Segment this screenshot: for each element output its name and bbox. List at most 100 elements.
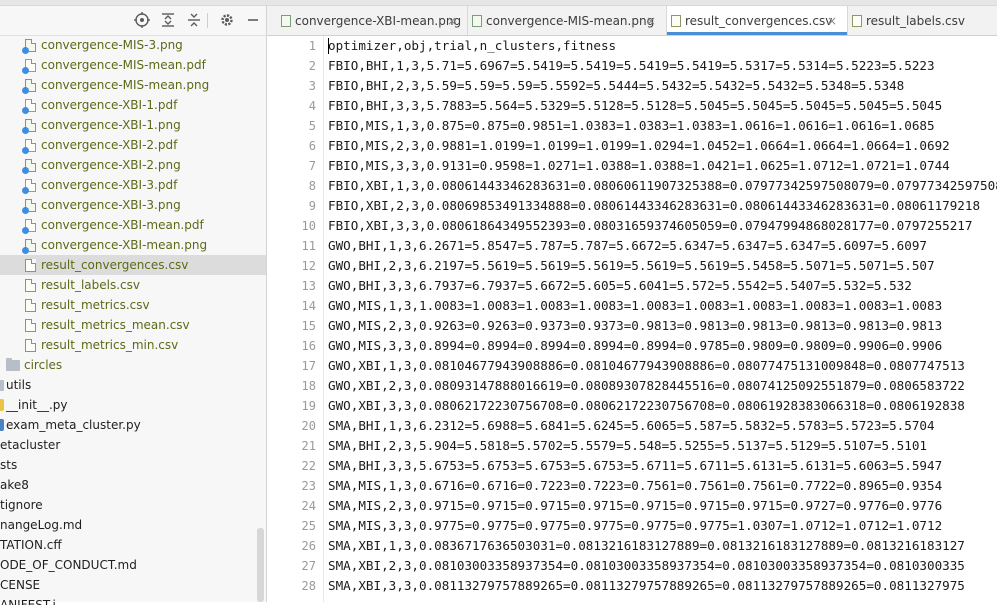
tree-item[interactable]: convergence-MIS-mean.png	[0, 75, 266, 95]
csv-data-line[interactable]: SMA,BHI,2,3,5.904=5.5818=5.5702=5.5579=5…	[328, 436, 997, 456]
tree-item[interactable]: result_metrics_mean.csv	[0, 315, 266, 335]
tree-item[interactable]: ODE_OF_CONDUCT.md	[0, 555, 266, 575]
pdf-file-icon	[22, 139, 36, 154]
expand-all-icon[interactable]	[160, 12, 176, 28]
csv-header-line[interactable]: optimizer,obj,trial,n_clusters,fitness	[328, 36, 997, 56]
collapse-all-icon[interactable]	[186, 12, 202, 28]
tree-item[interactable]: convergence-XBI-3.png	[0, 195, 266, 215]
csv-data-line[interactable]: FBIO,XBI,2,3,0.08069853491334888=0.08061…	[328, 196, 997, 216]
tree-item-label: convergence-XBI-1.pdf	[41, 98, 178, 112]
csv-data-line[interactable]: SMA,MIS,2,3,0.9715=0.9715=0.9715=0.9715=…	[328, 496, 997, 516]
tree-item[interactable]: convergence-XBI-1.png	[0, 115, 266, 135]
tree-item[interactable]: circles	[0, 355, 266, 375]
csv-data-line[interactable]: FBIO,MIS,2,3,0.9881=1.0199=1.0199=1.0199…	[328, 136, 997, 156]
tree-item[interactable]: result_labels.csv	[0, 275, 266, 295]
csv-data-line[interactable]: FBIO,BHI,3,3,5.7883=5.564=5.5329=5.5128=…	[328, 96, 997, 116]
csv-data-line[interactable]: GWO,XBI,3,3,0.08062172230756708=0.080621…	[328, 396, 997, 416]
unversioned-badge-icon	[22, 47, 29, 54]
tab-label: convergence-XBI-mean.png	[295, 14, 462, 28]
tree-item[interactable]: __init__.py	[0, 395, 266, 415]
csv-data-line[interactable]: SMA,XBI,1,3,0.0836717636503031=0.0813216…	[328, 536, 997, 556]
tree-item[interactable]: convergence-XBI-1.pdf	[0, 95, 266, 115]
tree-item[interactable]: exam_meta_cluster.py	[0, 415, 266, 435]
gear-icon[interactable]	[219, 12, 235, 28]
tree-item[interactable]: CENSE	[0, 575, 266, 595]
csv-data-line[interactable]: FBIO,XBI,3,3,0.08061864349552393=0.08031…	[328, 216, 997, 236]
tree-item[interactable]: convergence-XBI-mean.png	[0, 235, 266, 255]
close-tab-icon[interactable]: ×	[827, 6, 837, 35]
line-number: 26	[301, 539, 316, 553]
line-number: 8	[308, 179, 316, 193]
line-number: 18	[301, 379, 316, 393]
csv-data-line[interactable]: GWO,MIS,3,3,0.8994=0.8994=0.8994=0.8994=…	[328, 336, 997, 356]
tree-item-label: sts	[0, 458, 18, 472]
tree-item[interactable]: convergence-XBI-2.pdf	[0, 135, 266, 155]
csv-data-line[interactable]: GWO,BHI,2,3,6.2197=5.5619=5.5619=5.5619=…	[328, 256, 997, 276]
line-number: 20	[301, 419, 316, 433]
tree-item[interactable]: ake8	[0, 475, 266, 495]
tree-item-label: result_metrics.csv	[41, 298, 150, 312]
csv-data-line[interactable]: SMA,BHI,1,3,6.2312=5.6988=5.6841=5.6245=…	[328, 416, 997, 436]
editor-tab[interactable]: convergence-XBI-mean.png ×	[277, 6, 467, 35]
close-tab-icon[interactable]: ×	[447, 6, 457, 35]
tree-item[interactable]: utils	[0, 375, 266, 395]
csv-file-icon	[671, 15, 681, 27]
project-scrollbar[interactable]	[257, 528, 264, 602]
editor-tab[interactable]: convergence-MIS-mean.png ×	[468, 6, 666, 35]
tree-item[interactable]: ANIFEST.i	[0, 595, 266, 605]
tree-item-label: convergence-MIS-mean.pdf	[41, 58, 206, 72]
tree-item[interactable]: result_convergences.csv	[0, 255, 266, 275]
tree-item[interactable]: result_metrics.csv	[0, 295, 266, 315]
csv-data-line[interactable]: GWO,XBI,1,3,0.08104677943908886=0.081046…	[328, 356, 997, 376]
editor-tab[interactable]: result_convergences.csv ×	[667, 6, 847, 35]
csv-data-line[interactable]: GWO,XBI,2,3,0.08093147888016619=0.080893…	[328, 376, 997, 396]
unversioned-badge-icon	[22, 87, 29, 94]
csv-data-line[interactable]: FBIO,BHI,2,3,5.59=5.59=5.59=5.5592=5.544…	[328, 76, 997, 96]
csv-data-line[interactable]: GWO,MIS,1,3,1.0083=1.0083=1.0083=1.0083=…	[328, 296, 997, 316]
tree-item[interactable]: convergence-XBI-mean.pdf	[0, 215, 266, 235]
toolbar-separator	[207, 13, 208, 28]
line-number: 19	[301, 399, 316, 413]
tree-item[interactable]: tignore	[0, 495, 266, 515]
line-number: 16	[301, 339, 316, 353]
tree-item-label: convergence-MIS-3.png	[41, 38, 183, 52]
csv-data-line[interactable]: FBIO,MIS,3,3,0.9131=0.9598=1.0271=1.0388…	[328, 156, 997, 176]
tree-item[interactable]: result_metrics_min.csv	[0, 335, 266, 355]
tree-item-label: result_metrics_mean.csv	[41, 318, 190, 332]
tree-item-label: convergence-XBI-1.png	[41, 118, 181, 132]
line-number: 25	[301, 519, 316, 533]
unversioned-badge-icon	[22, 227, 29, 234]
tab-label: result_convergences.csv	[685, 14, 833, 28]
csv-data-line[interactable]: SMA,XBI,2,3,0.08103003358937354=0.081030…	[328, 556, 997, 576]
csv-data-line[interactable]: GWO,BHI,3,3,6.7937=6.7937=5.6672=5.605=5…	[328, 276, 997, 296]
tree-item[interactable]: sts	[0, 455, 266, 475]
line-number: 27	[301, 559, 316, 573]
tree-item[interactable]: convergence-XBI-2.png	[0, 155, 266, 175]
editor-tab[interactable]: result_labels.csv	[848, 6, 997, 35]
line-number: 11	[301, 239, 316, 253]
csv-data-line[interactable]: GWO,MIS,2,3,0.9263=0.9263=0.9373=0.9373=…	[328, 316, 997, 336]
line-number: 24	[301, 499, 316, 513]
tree-item[interactable]: etacluster	[0, 435, 266, 455]
tree-item[interactable]: TATION.cff	[0, 535, 266, 555]
csv-data-line[interactable]: FBIO,XBI,1,3,0.08061443346283631=0.08060…	[328, 176, 997, 196]
hide-panel-icon[interactable]	[245, 12, 261, 28]
unversioned-badge-icon	[22, 167, 29, 174]
csv-data-line[interactable]: SMA,MIS,3,3,0.9775=0.9775=0.9775=0.9775=…	[328, 516, 997, 536]
tree-item[interactable]: convergence-MIS-3.png	[0, 35, 266, 55]
text-caret	[328, 38, 329, 54]
tree-item[interactable]: nangeLog.md	[0, 515, 266, 535]
pdf-file-icon	[22, 179, 36, 194]
tree-item[interactable]: convergence-MIS-mean.pdf	[0, 55, 266, 75]
tree-item[interactable]: convergence-XBI-3.pdf	[0, 175, 266, 195]
locate-file-icon[interactable]	[134, 12, 150, 28]
csv-data-line[interactable]: SMA,MIS,1,3,0.6716=0.6716=0.7223=0.7223=…	[328, 476, 997, 496]
close-tab-icon[interactable]: ×	[646, 6, 656, 35]
tree-item-label: circles	[24, 358, 63, 372]
csv-data-line[interactable]: GWO,BHI,1,3,6.2671=5.8547=5.787=5.787=5.…	[328, 236, 997, 256]
csv-data-line[interactable]: SMA,BHI,3,3,5.6753=5.6753=5.6753=5.6753=…	[328, 456, 997, 476]
csv-data-line[interactable]: FBIO,MIS,1,3,0.875=0.875=0.9851=1.0383=1…	[328, 116, 997, 136]
csv-data-line[interactable]: FBIO,BHI,1,3,5.71=5.6967=5.5419=5.5419=5…	[328, 56, 997, 76]
csv-data-line[interactable]: SMA,XBI,3,3,0.08113279757889265=0.081132…	[328, 576, 997, 596]
png-file-icon	[22, 239, 36, 254]
